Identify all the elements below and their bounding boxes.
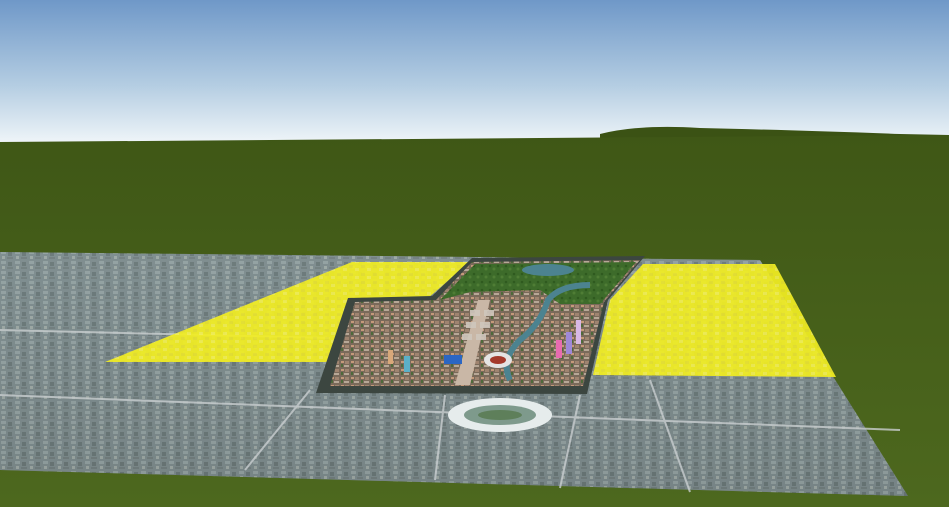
lake [522, 264, 574, 276]
map-viewport[interactable] [0, 0, 949, 507]
sky [0, 0, 949, 142]
globe-3d-view[interactable] [0, 0, 949, 507]
stadium-landmark [448, 398, 552, 432]
blue-building [444, 355, 462, 364]
